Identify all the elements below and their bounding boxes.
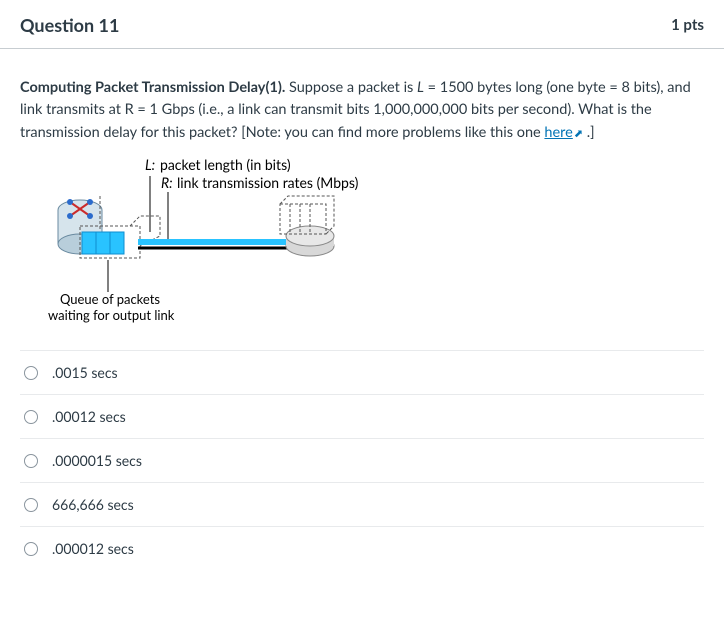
question-prompt: Computing Packet Transmission Delay(1). … — [20, 77, 704, 144]
prompt-text3: .] — [583, 124, 595, 141]
transmission-diagram: L: packet length (in bits) R: link trans… — [30, 154, 370, 334]
answer-label: .0000015 secs — [52, 452, 142, 469]
question-header: Question 11 1 pts — [0, 0, 724, 49]
prompt-bold: Computing Packet Transmission Delay(1). — [20, 79, 285, 96]
answer-option-1[interactable]: .00012 secs — [20, 395, 704, 439]
here-link-text: here — [544, 124, 572, 141]
answer-label: .00012 secs — [52, 408, 126, 425]
radio-icon — [24, 542, 38, 556]
external-link-icon: ⬈ — [574, 125, 583, 142]
queue-label-2: waiting for output link — [48, 307, 175, 323]
here-link[interactable]: here⬈ — [544, 124, 583, 141]
answer-label: .0015 secs — [52, 364, 118, 381]
label-L-pre: L: — [145, 156, 155, 173]
queue-label-1: Queue of packets — [60, 291, 160, 307]
radio-icon — [24, 410, 38, 424]
answer-option-2[interactable]: .0000015 secs — [20, 439, 704, 483]
answer-label: 666,666 secs — [52, 496, 134, 513]
label-L: packet length (in bits) — [160, 156, 291, 173]
prompt-text1: Suppose a packet is — [285, 79, 417, 96]
radio-icon — [24, 498, 38, 512]
question-points: 1 pts — [671, 16, 704, 34]
answer-list: .0015 secs .00012 secs .0000015 secs 666… — [20, 350, 704, 570]
label-R: link transmission rates (Mbps) — [177, 174, 359, 191]
radio-icon — [24, 366, 38, 380]
answer-label: .000012 secs — [52, 540, 134, 557]
answer-option-0[interactable]: .0015 secs — [20, 351, 704, 395]
answer-option-3[interactable]: 666,666 secs — [20, 483, 704, 527]
question-body: Computing Packet Transmission Delay(1). … — [0, 49, 724, 590]
answer-option-4[interactable]: .000012 secs — [20, 527, 704, 570]
prompt-italic-L: L — [417, 79, 424, 96]
radio-icon — [24, 454, 38, 468]
label-R-pre: R: — [161, 174, 173, 191]
question-title: Question 11 — [20, 14, 119, 36]
